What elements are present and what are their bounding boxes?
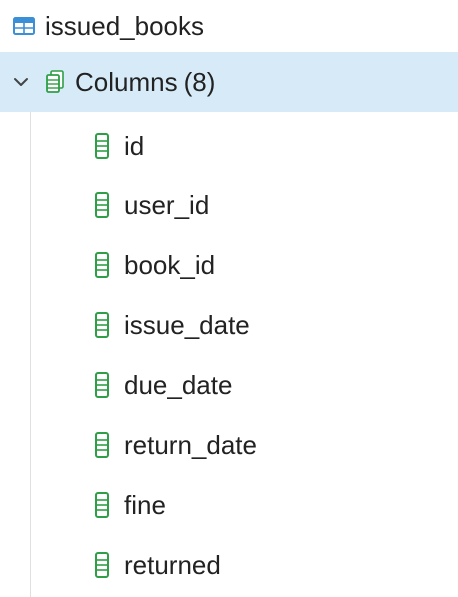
column-name-label: id bbox=[124, 130, 145, 161]
column-name-label: return_date bbox=[124, 429, 257, 460]
tree-column-item[interactable]: due_date bbox=[0, 355, 458, 414]
tree-column-item[interactable]: returned bbox=[0, 535, 458, 594]
tree-column-item[interactable]: user_id bbox=[0, 175, 458, 234]
tree-node-issued-books[interactable]: issued_books bbox=[0, 0, 458, 52]
column-icon bbox=[95, 311, 109, 338]
tree-column-item[interactable]: return_date bbox=[0, 415, 458, 474]
column-icon bbox=[95, 191, 109, 218]
table-icon bbox=[13, 17, 35, 35]
column-name-label: issue_date bbox=[124, 309, 250, 340]
column-icon bbox=[95, 551, 109, 578]
columns-icon bbox=[45, 70, 65, 94]
column-icon bbox=[95, 251, 109, 278]
chevron-down-icon[interactable] bbox=[13, 77, 29, 87]
column-icon bbox=[95, 491, 109, 518]
column-icon bbox=[95, 371, 109, 398]
column-name-label: due_date bbox=[124, 369, 233, 400]
table-name-label: issued_books bbox=[45, 11, 204, 41]
column-name-label: fine bbox=[124, 489, 166, 520]
column-icon bbox=[95, 431, 109, 458]
column-name-label: user_id bbox=[124, 189, 210, 220]
columns-count-badge: (8) bbox=[183, 67, 216, 97]
columns-group-label: Columns bbox=[75, 67, 178, 97]
tree-column-item[interactable]: fine bbox=[0, 475, 458, 534]
column-name-label: returned bbox=[124, 549, 221, 580]
tree-column-item[interactable]: issue_date bbox=[0, 295, 458, 354]
column-icon bbox=[95, 132, 109, 159]
object-explorer-tree: issued_books Columns (8) id user_id book… bbox=[0, 0, 458, 597]
tree-node-columns[interactable]: Columns (8) bbox=[0, 52, 458, 112]
column-name-label: book_id bbox=[124, 249, 216, 280]
tree-column-item[interactable]: book_id bbox=[0, 235, 458, 294]
tree-column-item[interactable]: id bbox=[0, 116, 458, 175]
